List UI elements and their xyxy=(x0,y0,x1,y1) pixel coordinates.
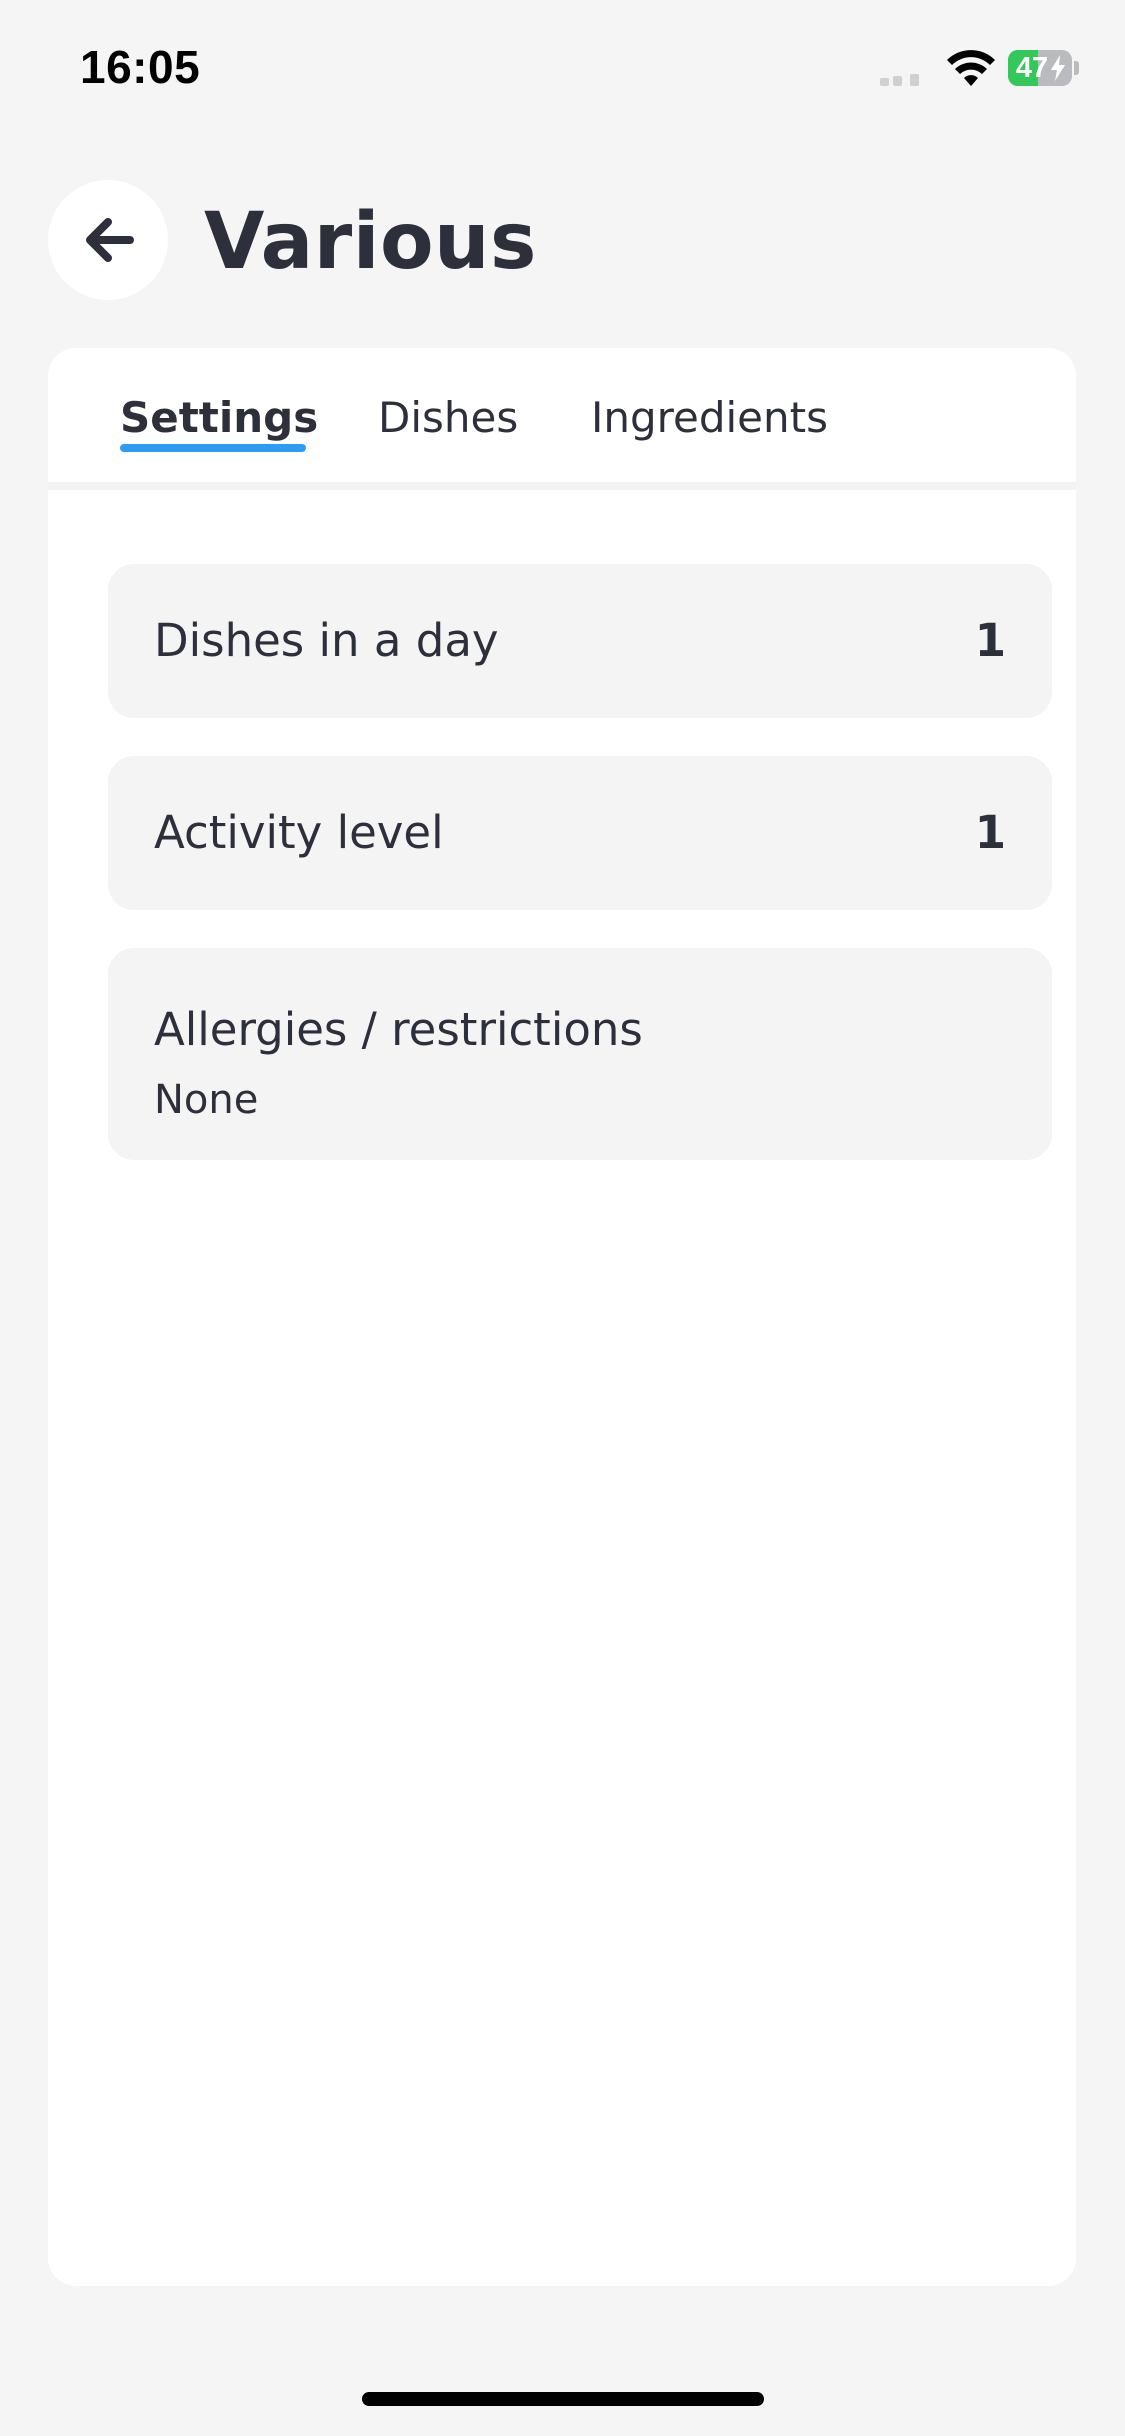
setting-value: 1 xyxy=(974,806,1006,859)
status-bar: 16:05 47 xyxy=(0,0,1125,138)
page-title: Various xyxy=(204,197,537,287)
setting-allergies-restrictions[interactable]: Allergies / restrictions None xyxy=(108,948,1052,1160)
setting-dishes-in-a-day[interactable]: Dishes in a day 1 xyxy=(108,564,1052,718)
active-tab-indicator xyxy=(120,444,306,452)
battery-level: 47 xyxy=(1015,52,1049,84)
home-indicator[interactable] xyxy=(362,2392,764,2406)
tab-ingredients[interactable]: Ingredients xyxy=(591,390,828,446)
setting-label: Activity level xyxy=(154,806,444,859)
battery-icon: 47 xyxy=(1008,50,1072,86)
setting-label: Dishes in a day xyxy=(154,614,499,667)
setting-label: Allergies / restrictions xyxy=(154,1003,643,1056)
battery-cap xyxy=(1074,61,1079,75)
setting-activity-level[interactable]: Activity level 1 xyxy=(108,756,1052,910)
tabs-divider xyxy=(48,482,1076,490)
tab-settings[interactable]: Settings xyxy=(120,390,318,446)
signal-icon xyxy=(880,74,919,86)
arrow-left-icon xyxy=(86,218,134,262)
setting-value: None xyxy=(154,1077,259,1123)
tab-bar: Settings Dishes Ingredients xyxy=(48,348,1076,484)
tab-dishes[interactable]: Dishes xyxy=(378,390,518,446)
main-card: Settings Dishes Ingredients Dishes in a … xyxy=(48,348,1076,2286)
setting-value: 1 xyxy=(974,614,1006,667)
charging-bolt-icon xyxy=(1051,55,1065,81)
wifi-icon xyxy=(947,50,995,86)
back-button[interactable] xyxy=(48,180,168,300)
status-time: 16:05 xyxy=(80,41,201,93)
